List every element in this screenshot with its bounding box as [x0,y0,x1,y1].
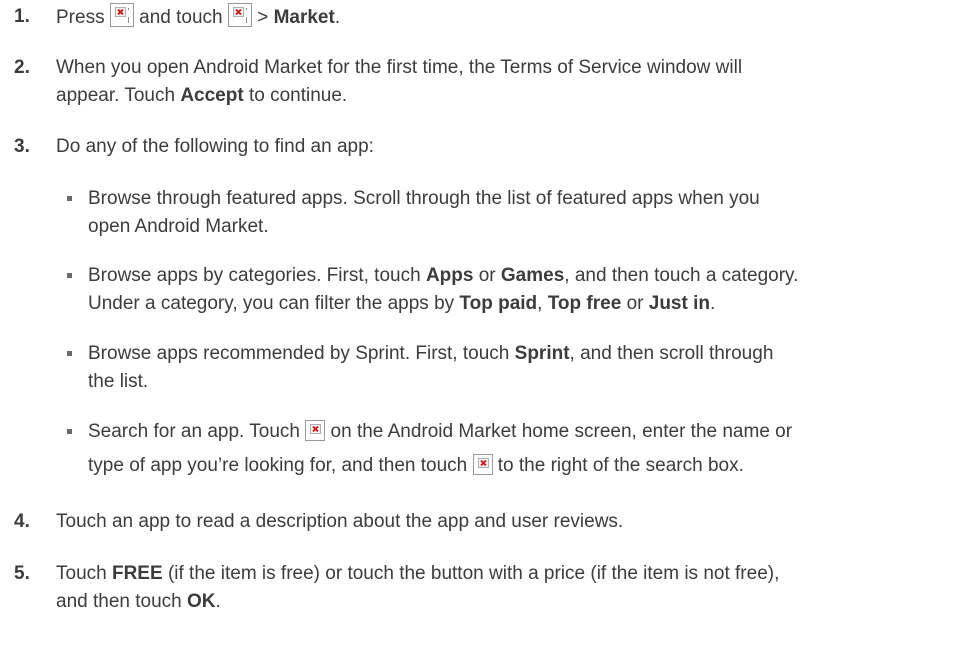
step-number: 4. [14,511,30,532]
step-number: 5. [14,563,30,584]
bullet-text: Browse through featured apps. Scroll thr… [88,188,760,237]
step-text: Do any of the following to find an app: [56,136,374,157]
top-free-label: Top free [547,293,622,314]
step-text: When you open Android Market for the fir… [56,57,743,106]
step-text: Touch FREE (if the item is free) or touc… [56,563,780,612]
bullet-marker [67,273,72,278]
step-number: 3. [14,136,30,157]
free-label: FREE [111,563,163,584]
instructions-page: 1. Press and touch > Market. 2. When you… [0,0,971,661]
bullet-text: Browse apps by categories. First, touch … [88,265,799,314]
accept-label: Accept [180,85,244,106]
bullet-text: Search for an app. Touch on the Android … [88,420,793,476]
step-number: 2. [14,57,30,78]
ok-label: OK [187,591,216,612]
search-button-icon [472,454,493,475]
bullet-marker [67,429,72,434]
top-paid-label: Top paid [459,293,538,314]
bullet-marker [67,351,72,356]
home-key-icon [109,3,134,27]
just-in-label: Just in [648,293,710,314]
search-key-icon [305,420,326,441]
bullet-marker [67,196,72,201]
market-label: Market [273,7,335,28]
sprint-label: Sprint [514,343,570,364]
apps-label: Apps [425,265,474,286]
step-number: 1. [14,6,30,27]
games-label: Games [500,265,565,286]
menu-key-icon [227,3,252,27]
step-text: Touch an app to read a description about… [56,511,624,532]
bullet-text: Browse apps recommended by Sprint. First… [88,343,774,392]
step-text: Press and touch > Market. [56,3,961,32]
